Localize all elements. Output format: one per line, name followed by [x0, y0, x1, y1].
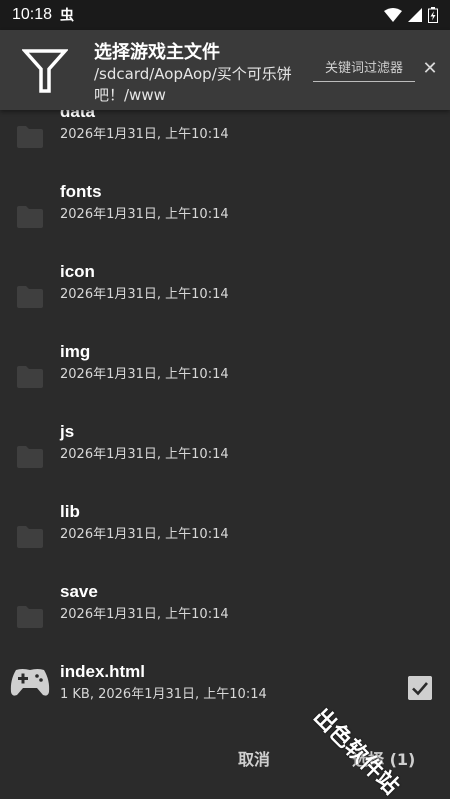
- file-meta: 2026年1月31日, 上午10:14: [60, 447, 229, 462]
- file-name: fonts: [60, 182, 102, 201]
- file-meta: 2026年1月31日, 上午10:14: [60, 367, 229, 382]
- dialog-footer: 取消 选择 (1): [0, 720, 450, 799]
- list-item-folder-save[interactable]: save 2026年1月31日, 上午10:14: [0, 580, 450, 660]
- folder-icon: [17, 366, 43, 388]
- gamepad-icon: [10, 669, 50, 696]
- status-time: 10:18: [12, 6, 53, 23]
- folder-icon: [17, 446, 43, 468]
- file-meta: 2026年1月31日, 上午10:14: [60, 127, 229, 142]
- list-item-folder-data[interactable]: data 2026年1月31日, 上午10:14: [0, 110, 450, 180]
- list-item-index-html[interactable]: index.html 1 KB, 2026年1月31日, 上午10:14: [0, 660, 450, 720]
- folder-icon: [17, 606, 43, 628]
- file-name: index.html: [60, 662, 146, 681]
- status-icons: [384, 7, 438, 23]
- file-list[interactable]: data 2026年1月31日, 上午10:14 fonts 2026年1月31…: [0, 110, 450, 720]
- file-name: data: [60, 110, 95, 121]
- checkbox-checked-icon[interactable]: [408, 676, 432, 700]
- file-meta: 1 KB, 2026年1月31日, 上午10:14: [60, 687, 267, 702]
- file-meta: 2026年1月31日, 上午10:14: [60, 287, 229, 302]
- file-name: img: [60, 342, 91, 361]
- app-header: 选择游戏主文件 /sdcard/AopAop/买个可乐饼吧！/www ✕: [0, 30, 450, 110]
- select-button[interactable]: 选择 (1): [352, 746, 415, 770]
- folder-icon: [17, 526, 43, 548]
- close-icon[interactable]: ✕: [420, 59, 440, 79]
- keyword-filter-input[interactable]: [313, 58, 415, 82]
- list-item-folder-icon[interactable]: icon 2026年1月31日, 上午10:14: [0, 260, 450, 340]
- cancel-button[interactable]: 取消: [238, 746, 270, 770]
- status-bar: 10:18 虫: [0, 0, 450, 30]
- file-meta: 2026年1月31日, 上午10:14: [60, 607, 229, 622]
- notification-icon: 虫: [60, 8, 75, 24]
- list-item-folder-img[interactable]: img 2026年1月31日, 上午10:14: [0, 340, 450, 420]
- wifi-icon: [384, 8, 402, 22]
- file-name: js: [60, 422, 75, 441]
- list-item-folder-lib[interactable]: lib 2026年1月31日, 上午10:14: [0, 500, 450, 580]
- filter-icon: [22, 49, 68, 93]
- file-meta: 2026年1月31日, 上午10:14: [60, 527, 229, 542]
- folder-icon: [17, 126, 43, 148]
- folder-icon: [17, 286, 43, 308]
- battery-icon: [428, 7, 438, 23]
- current-path: /sdcard/AopAop/买个可乐饼吧！/www: [94, 65, 292, 104]
- folder-icon: [17, 206, 43, 228]
- page-title: 选择游戏主文件: [94, 42, 220, 63]
- signal-icon: [408, 8, 422, 22]
- file-meta: 2026年1月31日, 上午10:14: [60, 207, 229, 222]
- file-name: lib: [60, 502, 80, 521]
- file-name: icon: [60, 262, 95, 281]
- file-name: save: [60, 582, 98, 601]
- list-item-folder-fonts[interactable]: fonts 2026年1月31日, 上午10:14: [0, 180, 450, 260]
- list-item-folder-js[interactable]: js 2026年1月31日, 上午10:14: [0, 420, 450, 500]
